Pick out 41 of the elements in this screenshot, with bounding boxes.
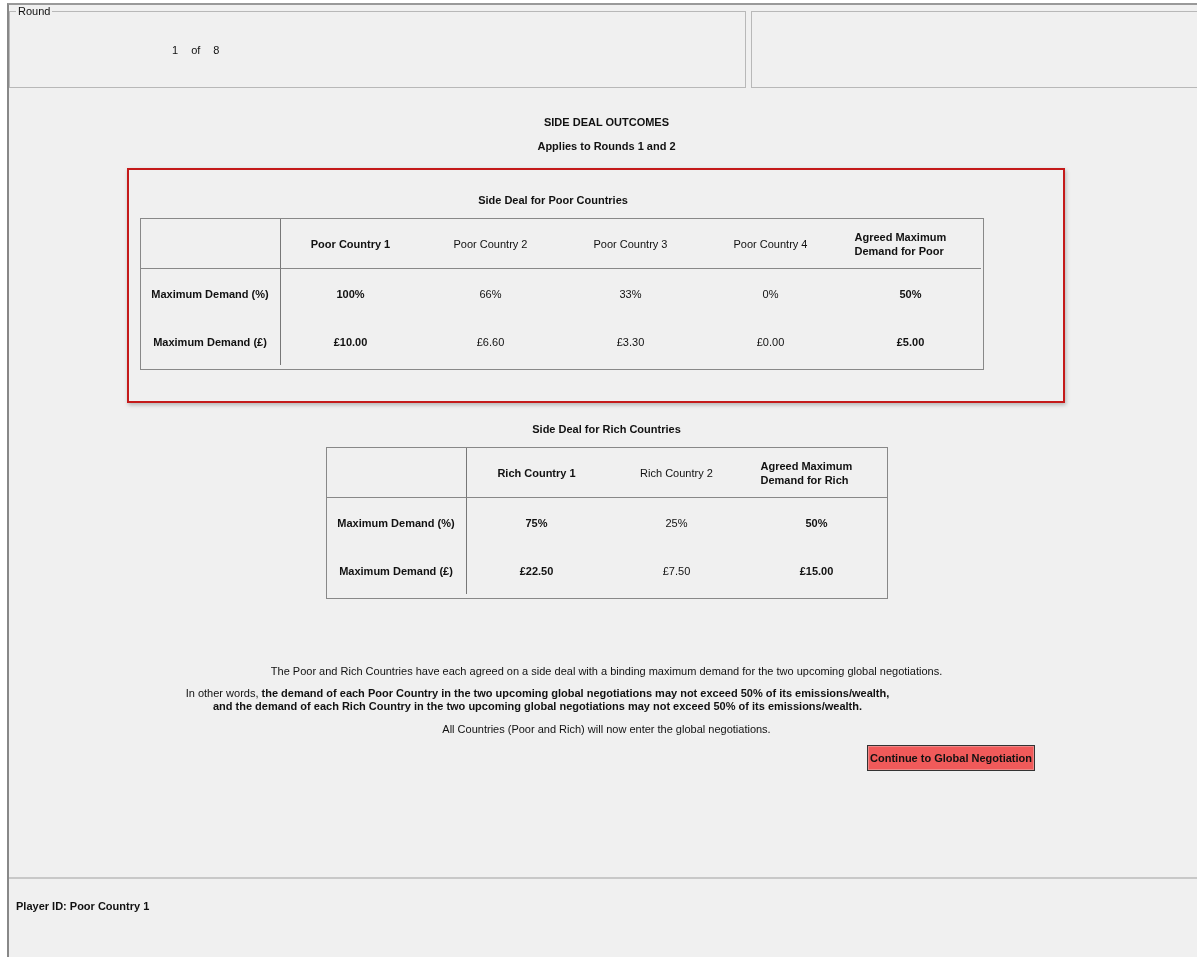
table-title: Side Deal for Poor Countries [478,194,628,206]
column-header: Poor Country 3 [593,236,668,251]
continue-button[interactable]: Continue to Global Negotiation [867,745,1035,771]
notice-text: The Poor and Rich Countries have each agreed on a side deal with a binding maximum demand for the two upcoming global negotiations. [270,665,943,677]
explanation-text: In other words, the demand of each Poor Country in the two upcoming global negotiations may not exceed 50% of its emissions/wealth, and the demand of each Rich Country in the two upcoming global negotiations may not exceed 50% of its emissions/wealth. [185,687,890,713]
page-title: SIDE DEAL OUTCOMES [543,116,670,128]
column-header: Poor Country 4 [733,236,808,251]
table-cell: 33% [619,288,642,300]
page-subtitle: Applies to Rounds 1 and 2 [537,140,676,152]
closing-text: All Countries (Poor and Rich) will now enter the global negotiations. [442,723,771,735]
table-cell: £0.00 [756,336,785,348]
column-header: Poor Country 2 [453,236,528,251]
round-of-label: of [191,44,201,56]
column-header: Rich Country 2 [640,465,713,480]
row-label: Maximum Demand (£) [339,565,453,577]
row-label: Maximum Demand (%) [337,517,455,529]
column-header: Rich Country 1 [497,465,576,480]
round-legend: Round [16,5,53,17]
table-cell: 100% [336,288,365,300]
table-cell: £6.60 [476,336,505,348]
table-cell: 25% [665,517,688,529]
column-header: Agreed Maximum Demand for Poor [854,229,948,258]
table-cell: 50% [805,517,828,529]
round-total: 8 [213,44,220,56]
table-cell: £5.00 [896,336,925,348]
column-header: Poor Country 1 [310,236,391,251]
table-cell: 75% [525,517,548,529]
table-cell: £7.50 [662,565,691,577]
table-cell: 50% [899,288,922,300]
table-cell: £3.30 [616,336,645,348]
table-cell: 0% [762,288,779,300]
row-label: Maximum Demand (%) [151,288,269,300]
table-title: Side Deal for Rich Countries [532,423,681,435]
table-cell: 66% [479,288,502,300]
row-label: Maximum Demand (£) [153,336,267,348]
table-cell: £22.50 [519,565,554,577]
table-cell: £15.00 [799,565,834,577]
table-cell: £10.00 [333,336,368,348]
column-header: Agreed Maximum Demand for Rich [760,458,854,487]
player-id: Player ID: Poor Country 1 [16,900,150,912]
round-number: 1 [172,44,179,56]
